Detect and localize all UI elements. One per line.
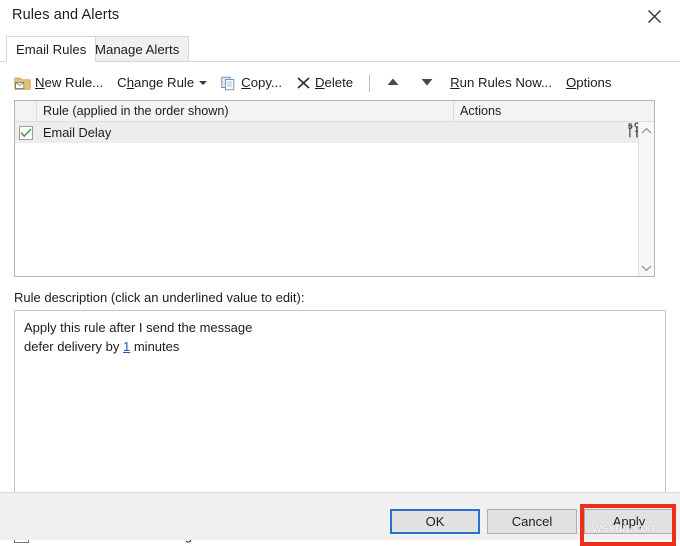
page-title: Rules and Alerts [12, 7, 119, 23]
apply-button[interactable]: Apply [584, 509, 674, 534]
rules-list-scrollbar[interactable] [638, 122, 654, 276]
rule-description-line-1: Apply this rule after I send the message [24, 318, 656, 337]
new-rule-folder-icon [14, 76, 31, 91]
delete-x-icon [296, 76, 311, 90]
toolbar-divider [369, 75, 370, 92]
defer-suffix-text: minutes [130, 339, 179, 354]
run-rules-now-button[interactable]: Run Rules Now... [450, 71, 552, 95]
scroll-down-button[interactable] [639, 259, 655, 276]
defer-prefix-text: defer delivery by [24, 339, 123, 354]
tab-manage-alerts[interactable]: Manage Alerts [85, 36, 189, 62]
run-rules-now-label: Run Rules Now... [450, 76, 552, 89]
column-header-checkbox [15, 101, 37, 121]
delete-button[interactable]: Delete [296, 71, 353, 95]
tab-email-rules[interactable]: Email Rules [6, 36, 96, 62]
new-rule-label: New Rule... [35, 76, 103, 89]
rules-and-alerts-dialog: Rules and Alerts Email Rules Manage Aler… [0, 0, 680, 539]
rules-list-body: Email Delay [15, 122, 654, 276]
rules-toolbar: New Rule... Change Rule Copy... [0, 69, 680, 97]
rule-enabled-checkbox[interactable] [15, 126, 37, 140]
checkbox-box [19, 126, 33, 140]
copy-label: Copy... [241, 76, 282, 89]
column-header-rule[interactable]: Rule (applied in the order shown) [37, 101, 454, 121]
chevron-up-icon [641, 127, 652, 135]
ok-button[interactable]: OK [390, 509, 480, 534]
move-rule-down-button[interactable] [416, 72, 438, 94]
new-rule-button[interactable]: New Rule... [14, 71, 103, 95]
column-header-actions[interactable]: Actions [454, 101, 654, 121]
delete-label: Delete [315, 76, 353, 89]
change-rule-button[interactable]: Change Rule [117, 71, 207, 95]
tabstrip: Email Rules Manage Alerts [0, 36, 680, 62]
copy-button[interactable]: Copy... [221, 71, 282, 95]
move-rule-up-button[interactable] [382, 72, 404, 94]
checkmark-icon [20, 128, 32, 138]
arrow-up-icon [386, 74, 400, 92]
options-label: Options [566, 76, 611, 89]
rule-description-box[interactable]: Apply this rule after I send the message… [14, 310, 666, 506]
email-rules-panel: New Rule... Change Rule Copy... [0, 62, 680, 539]
chevron-down-icon [199, 81, 207, 85]
arrow-down-icon [420, 74, 434, 92]
tab-manage-alerts-label: Manage Alerts [95, 42, 179, 57]
chevron-down-icon [641, 264, 652, 272]
options-button[interactable]: Options [566, 71, 611, 95]
tab-email-rules-label: Email Rules [16, 42, 86, 57]
rule-name-label: Email Delay [37, 125, 454, 140]
rule-description-label: Rule description (click an underlined va… [14, 290, 305, 305]
rule-actions-cell [454, 122, 654, 144]
table-row[interactable]: Email Delay [15, 122, 654, 143]
rules-list-header: Rule (applied in the order shown) Action… [15, 101, 654, 122]
scroll-up-button[interactable] [639, 122, 655, 139]
cancel-button[interactable]: Cancel [487, 509, 577, 534]
change-rule-label: Change Rule [117, 76, 194, 89]
close-icon[interactable] [634, 0, 674, 32]
rule-description-line-2: defer delivery by 1 minutes [24, 337, 656, 356]
dialog-footer: OK Cancel Apply [0, 492, 680, 540]
title-bar: Rules and Alerts [0, 0, 680, 34]
rules-list: Rule (applied in the order shown) Action… [14, 100, 655, 277]
copy-pages-icon [221, 76, 237, 91]
